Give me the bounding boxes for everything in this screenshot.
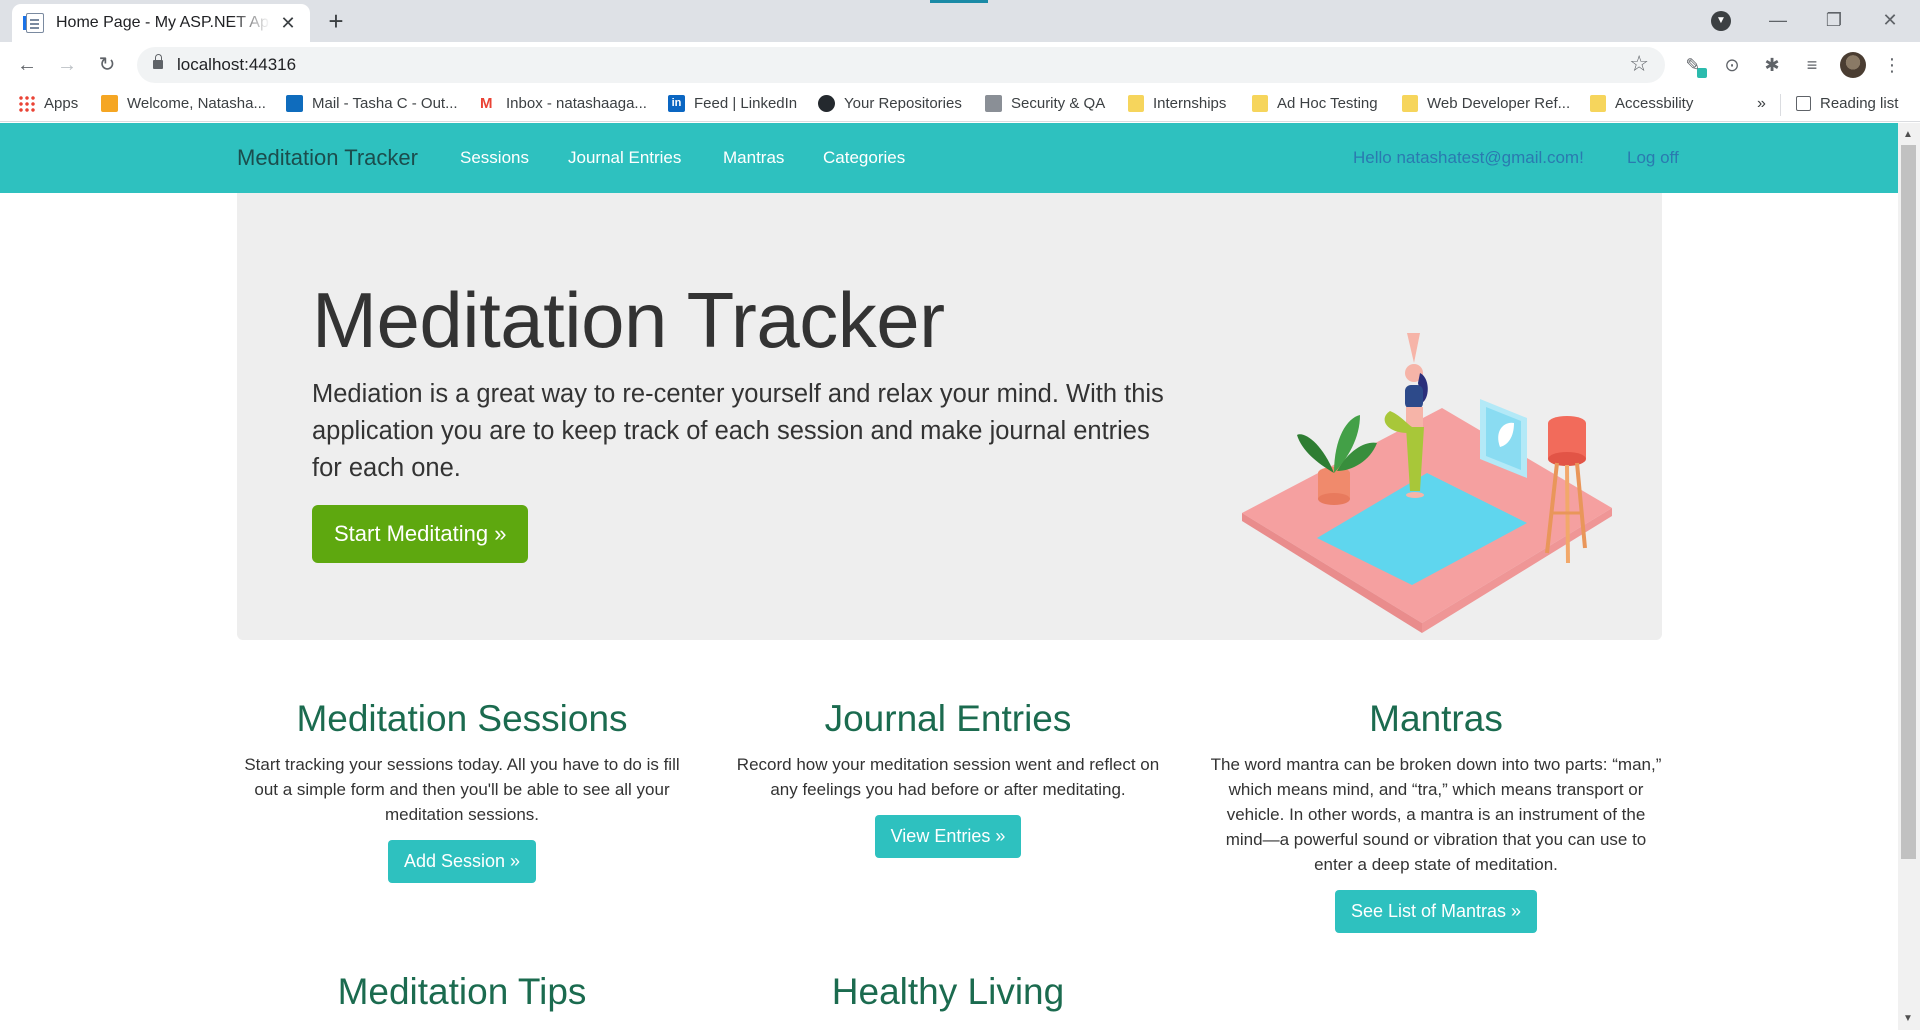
bookmark-star-icon[interactable]: ☆ [1629, 51, 1649, 77]
bookmark-ad-hoc-testing[interactable]: Ad Hoc Testing [1252, 95, 1378, 112]
bookmark-label: Feed | LinkedIn [694, 95, 798, 112]
gmail-icon: M [480, 95, 493, 112]
bookmark-label: Mail - Tasha C - Out... [312, 95, 458, 112]
bookmark-internships[interactable]: Internships [1128, 95, 1226, 112]
extensions-puzzle-icon[interactable]: ✱ [1760, 53, 1784, 77]
bookmarks-divider [1780, 94, 1781, 116]
site-icon [985, 95, 1002, 112]
nav-link-journal-entries[interactable]: Journal Entries [568, 148, 681, 168]
bookmark-github[interactable]: Your Repositories [818, 95, 962, 112]
forward-icon[interactable]: → [52, 50, 82, 80]
bookmark-apps[interactable]: Apps [18, 95, 78, 112]
bookmark-label: Welcome, Natasha... [127, 95, 266, 112]
scroll-up-icon[interactable]: ▲ [1903, 129, 1913, 140]
bookmark-label: Inbox - natashaaga... [506, 95, 647, 112]
section-title: Healthy Living [831, 971, 1065, 1012]
page-scrollbar[interactable]: ▲ ▼ [1898, 123, 1920, 1030]
page-favicon-icon [23, 13, 44, 33]
bookmark-security-qa[interactable]: Security & QA [985, 95, 1105, 112]
bookmark-label: Security & QA [1011, 95, 1106, 112]
minimize-icon[interactable]: — [1758, 6, 1798, 34]
close-tab-icon[interactable]: ✕ [278, 13, 298, 34]
bookmarks-overflow-icon[interactable]: » [1757, 95, 1766, 113]
section-title: Meditation Tips [337, 971, 587, 1012]
section-journal-entries: Journal Entries Record how your meditati… [723, 698, 1173, 858]
menu-kebab-icon[interactable]: ⋮ [1880, 53, 1904, 77]
user-greeting-link[interactable]: Hello natashatest@gmail.com! [1353, 148, 1584, 168]
folder-icon [1128, 95, 1144, 112]
apps-grid-icon [18, 95, 35, 112]
tab-indicator [930, 0, 988, 3]
bookmark-welcome[interactable]: Welcome, Natasha... [101, 95, 266, 112]
bookmark-label: Web Developer Ref... [1427, 95, 1571, 112]
app-icon [101, 95, 118, 112]
page-viewport: Meditation Tracker Sessions Journal Entr… [0, 123, 1898, 1030]
reading-list-button[interactable]: Reading list [1796, 95, 1898, 112]
see-list-of-mantras-button[interactable]: See List of Mantras » [1334, 890, 1538, 933]
bookmark-accessbility[interactable]: Accessbility [1590, 95, 1693, 112]
bookmark-label: Your Repositories [844, 95, 962, 112]
view-entries-button[interactable]: View Entries » [874, 815, 1022, 858]
bookmark-gmail[interactable]: M Inbox - natashaaga... [480, 95, 647, 112]
github-icon [818, 95, 835, 112]
bookmark-label: Internships [1153, 95, 1227, 112]
address-bar[interactable]: localhost:44316 ☆ [137, 47, 1665, 83]
scroll-thumb[interactable] [1901, 145, 1916, 859]
back-icon[interactable]: ← [12, 50, 42, 80]
logoff-link[interactable]: Log off [1627, 148, 1679, 168]
profile-avatar[interactable] [1840, 52, 1866, 78]
scroll-down-icon[interactable]: ▼ [1903, 1013, 1913, 1024]
hero-title: Meditation Tracker [312, 276, 945, 364]
tab-title: Home Page - My ASP.NET Application [56, 14, 270, 31]
yoga-illustration [1242, 333, 1612, 633]
hero-description: Mediation is a great way to re-center yo… [312, 380, 1164, 482]
bookmark-label: Ad Hoc Testing [1277, 95, 1378, 112]
lock-icon [153, 54, 163, 69]
bookmark-label: Accessbility [1615, 95, 1694, 112]
add-session-button[interactable]: Add Session » [387, 840, 537, 883]
browser-tab[interactable]: Home Page - My ASP.NET Application ✕ [12, 4, 310, 42]
section-text: Record how your meditation session went … [736, 755, 1160, 799]
close-window-icon[interactable]: ✕ [1870, 6, 1910, 34]
section-title: Mantras [1369, 698, 1503, 739]
bookmark-linkedin[interactable]: in Feed | LinkedIn [668, 95, 797, 112]
bookmark-outlook[interactable]: Mail - Tasha C - Out... [286, 95, 458, 112]
extension-pen-icon[interactable]: ✎ [1681, 53, 1707, 78]
folder-icon [1402, 95, 1418, 112]
section-healthy-living: Healthy Living [723, 971, 1173, 1025]
navbar-brand[interactable]: Meditation Tracker [237, 145, 418, 171]
site-navbar: Meditation Tracker Sessions Journal Entr… [0, 123, 1898, 193]
section-title: Meditation Sessions [296, 698, 628, 739]
reading-list-icon [1796, 96, 1811, 111]
hero-jumbotron: Meditation Tracker Mediation is a great … [237, 193, 1662, 640]
section-text: The word mantra can be broken down into … [1210, 755, 1662, 874]
bookmark-web-developer[interactable]: Web Developer Ref... [1402, 95, 1570, 112]
start-meditating-button[interactable]: Start Meditating » [312, 505, 529, 563]
nav-link-categories[interactable]: Categories [823, 148, 905, 168]
section-meditation-tips: Meditation Tips [237, 971, 687, 1025]
section-title: Journal Entries [824, 698, 1072, 739]
folder-icon [1590, 95, 1606, 112]
url-text[interactable]: localhost:44316 [177, 55, 296, 75]
bookmark-label: Apps [44, 95, 79, 112]
reading-list-label: Reading list [1820, 95, 1899, 112]
media-control-icon[interactable]: ≡ [1800, 53, 1824, 77]
linkedin-icon: in [668, 95, 685, 112]
section-text: Start tracking your sessions today. All … [244, 755, 680, 824]
restore-icon[interactable]: ❐ [1814, 6, 1854, 34]
nav-link-mantras[interactable]: Mantras [723, 148, 784, 168]
new-tab-button[interactable]: + [322, 8, 350, 36]
section-mantras: Mantras The word mantra can be broken do… [1210, 698, 1662, 933]
folder-icon [1252, 95, 1268, 112]
section-meditation-sessions: Meditation Sessions Start tracking your … [237, 698, 687, 883]
tab-strip: Home Page - My ASP.NET Application ✕ + ▼… [0, 0, 1920, 42]
bookmarks-bar: Apps Welcome, Natasha... Mail - Tasha C … [0, 88, 1920, 122]
outlook-icon [286, 95, 303, 112]
reload-icon[interactable]: ↻ [92, 50, 122, 80]
tab-search-icon[interactable]: ▼ [1711, 11, 1731, 31]
nav-link-sessions[interactable]: Sessions [460, 148, 529, 168]
browser-toolbar: ← → ↻ localhost:44316 ☆ [0, 42, 1920, 88]
extension-circle-icon[interactable]: ⊙ [1720, 53, 1744, 77]
